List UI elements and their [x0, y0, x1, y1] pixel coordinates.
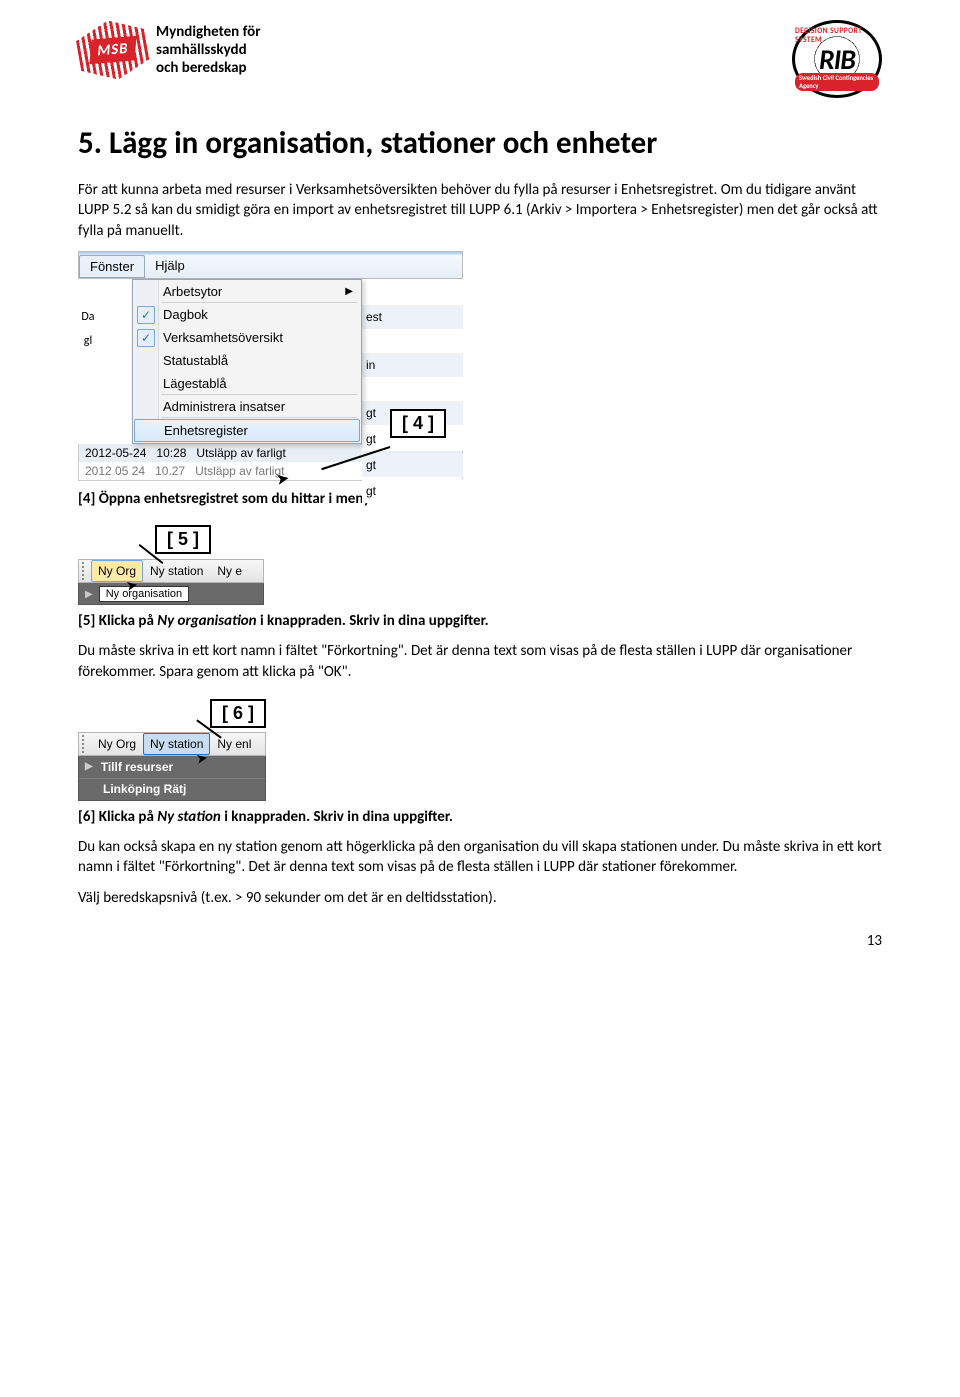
toolbar: Ny Org Ny station Ny enl [78, 732, 266, 756]
tree-item[interactable]: Linköping Rätj [79, 778, 265, 800]
btn-ny-org[interactable]: Ny Org [91, 733, 143, 755]
screenshot-left-fragment: Da gl [78, 305, 98, 444]
cursor-icon: ➤ [125, 576, 140, 595]
screenshot-bg-rows: est in gt gt gt gt [362, 305, 463, 505]
caption-6: [6] Klicka på Ny station i knappraden. S… [78, 807, 882, 827]
rib-bottom-arc: Swedish Civil Contingencies Agency [795, 73, 879, 91]
check-icon: ✓ [137, 329, 155, 347]
tree-row: ▶ Ny organisation [78, 583, 264, 605]
menubar: Fönster Hjälp [78, 255, 463, 279]
log-text: Utsläpp av farligt [195, 464, 284, 478]
log-date: 2012-05-24 [85, 446, 146, 460]
org-name-field[interactable]: Ny organisation [99, 586, 189, 602]
cursor-icon: ➤ [195, 749, 210, 768]
btn-ny-station[interactable]: Ny station [143, 560, 210, 582]
caption-4: [4] Öppna enhetsregistret som du hittar … [78, 489, 882, 509]
page-title: 5. Lägg in organisation, stationer och e… [78, 124, 882, 162]
menu-item-label: Enhetsregister [164, 423, 248, 438]
screenshot-fonster-menu: Fönster Hjälp Da gl est in gt gt gt gt [78, 251, 463, 481]
screenshot-ny-station: [ 6 ] Ny Org Ny station Ny enl ▶ Tillf r… [78, 732, 266, 801]
rib-center-text: RIB [819, 42, 855, 77]
menu-item-label: Dagbok [163, 307, 208, 322]
caption-text: i knappraden. Skriv in dina uppgifter. [221, 808, 453, 826]
dropdown-fonster: Arbetsytor ▶ ✓ Dagbok ✓ Verksamhetsövers… [132, 279, 362, 444]
intro-paragraph: För att kunna arbeta med resurser i Verk… [78, 180, 882, 241]
msb-logo-text: MSB [89, 36, 136, 65]
bg-frag: gt [362, 479, 463, 503]
log-text: Utsläpp av farligt [196, 446, 285, 460]
frag-gl: gl [78, 329, 98, 353]
menu-item-label: Statustablå [163, 353, 228, 368]
msb-line-3: och beredskap [156, 59, 261, 77]
btn-ny-e[interactable]: Ny e [210, 560, 249, 582]
menu-item-dagbok[interactable]: ✓ Dagbok [133, 303, 361, 326]
paragraph-5: Du måste skriva in ett kort namn i fälte… [78, 641, 882, 682]
log-date: 2012 05 24 [85, 464, 145, 478]
page-number: 13 [78, 932, 882, 950]
menu-item-lagestabla[interactable]: Lägestablå [133, 372, 361, 395]
caption-text: [5] Klicka på [78, 612, 157, 630]
toolbar-grip-icon [82, 562, 88, 580]
msb-logo-icon: MSB [73, 14, 152, 85]
screenshot-ny-org: [ 5 ] Ny Org Ny station Ny e ▶ Ny organi… [78, 559, 264, 605]
menu-item-verksamhet[interactable]: ✓ Verksamhetsöversikt [133, 326, 361, 349]
tree-item-label: Linköping Rätj [103, 782, 186, 796]
tree-item[interactable]: ▶ Tillf resurser [79, 756, 265, 778]
submenu-arrow-icon: ▶ [345, 286, 353, 297]
caption-em: Ny station [157, 808, 221, 826]
menu-item-label: Lägestablå [163, 376, 227, 391]
doc-header: MSB Myndigheten för samhällsskydd och be… [78, 20, 882, 100]
tree-item-label: Tillf resurser [101, 760, 173, 774]
expand-icon[interactable]: ▶ [85, 761, 101, 772]
log-time: 10:28 [156, 446, 186, 460]
menu-hjalp[interactable]: Hjälp [145, 255, 196, 278]
paragraph-6a: Du kan också skapa en ny station genom a… [78, 837, 882, 878]
frag-da: Da [78, 305, 98, 329]
tree-panel: ▶ Tillf resurser Linköping Rätj [78, 756, 266, 801]
bg-frag: gt [362, 453, 463, 477]
toolbar: Ny Org Ny station Ny e [78, 559, 264, 583]
caption-em: Ny organisation [157, 612, 256, 630]
menu-item-label: Administrera insatser [163, 399, 285, 414]
menu-item-label: Verksamhetsöversikt [163, 330, 283, 345]
menu-item-admin[interactable]: Administrera insatser [133, 395, 361, 418]
msb-line-1: Myndigheten för [156, 23, 261, 41]
callout-6: [ 6 ] [210, 699, 266, 728]
msb-logo-group: MSB Myndigheten för samhällsskydd och be… [78, 20, 261, 80]
expand-icon[interactable]: ▶ [79, 587, 99, 600]
msb-agency-name: Myndigheten för samhällsskydd och bereds… [156, 23, 261, 77]
rib-top-arc: DECISION SUPPORT SYSTEM [795, 27, 879, 45]
toolbar-grip-icon [82, 735, 88, 753]
paragraph-6b: Välj beredskapsnivå (t.ex. > 90 sekunder… [78, 888, 882, 908]
log-time: 10.27 [155, 464, 185, 478]
caption-text: [6] Klicka på [78, 808, 157, 826]
bg-frag: est [362, 305, 463, 329]
caption-5: [5] Klicka på Ny organisation i knapprad… [78, 611, 882, 631]
check-icon: ✓ [137, 306, 155, 324]
msb-line-2: samhällsskydd [156, 41, 261, 59]
menu-item-label: Arbetsytor [163, 284, 222, 299]
menu-item-enhetsregister[interactable]: Enhetsregister [134, 419, 360, 442]
caption-text: i knappraden. Skriv in dina uppgifter. [257, 612, 489, 630]
menu-item-arbetsytor[interactable]: Arbetsytor ▶ [133, 280, 361, 303]
menu-fonster[interactable]: Fönster [79, 255, 145, 278]
callout-5: [ 5 ] [155, 525, 211, 554]
callout-4: [ 4 ] [390, 409, 446, 438]
menu-item-statustabla[interactable]: Statustablå [133, 349, 361, 372]
bg-frag: in [362, 353, 463, 377]
rib-logo-icon: DECISION SUPPORT SYSTEM RIB Swedish Civi… [792, 20, 882, 98]
